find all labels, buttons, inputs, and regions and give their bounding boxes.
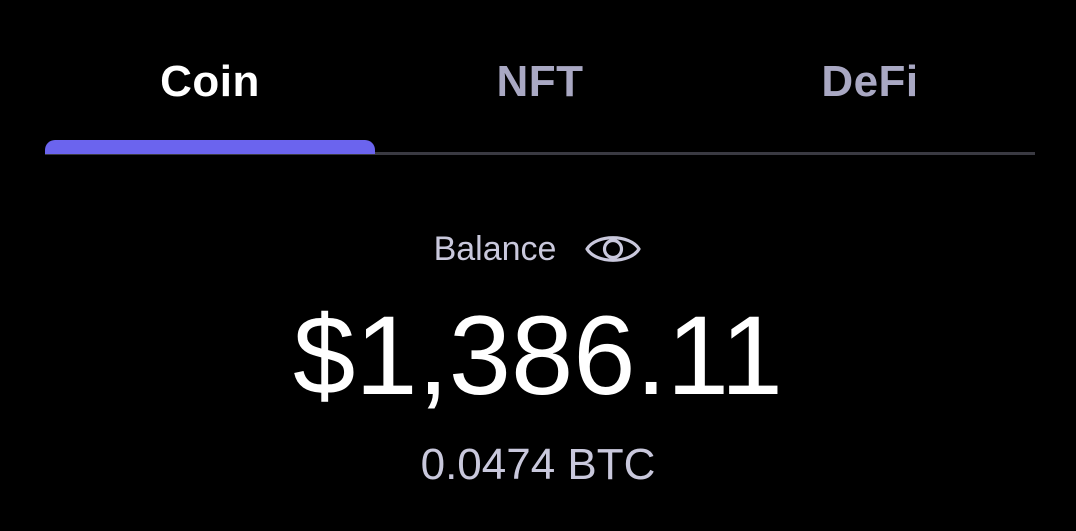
tab-defi[interactable]: DeFi	[705, 0, 1035, 156]
eye-icon	[585, 236, 642, 262]
balance-crypto-amount: 0.0474 BTC	[420, 440, 656, 489]
tab-defi-label: DeFi	[821, 57, 919, 106]
tab-coin-label: Coin	[160, 57, 260, 106]
tab-coin[interactable]: Coin	[45, 0, 375, 156]
tab-nft-label: NFT	[496, 57, 584, 106]
balance-label: Balance	[433, 230, 557, 268]
balance-header: Balance	[0, 224, 1076, 274]
asset-tabs: Coin NFT DeFi	[45, 0, 1035, 156]
balance-amount: $1,386.11	[293, 293, 783, 418]
toggle-balance-visibility-button[interactable]	[584, 229, 642, 269]
tab-nft[interactable]: NFT	[375, 0, 705, 156]
active-tab-indicator	[45, 140, 375, 154]
